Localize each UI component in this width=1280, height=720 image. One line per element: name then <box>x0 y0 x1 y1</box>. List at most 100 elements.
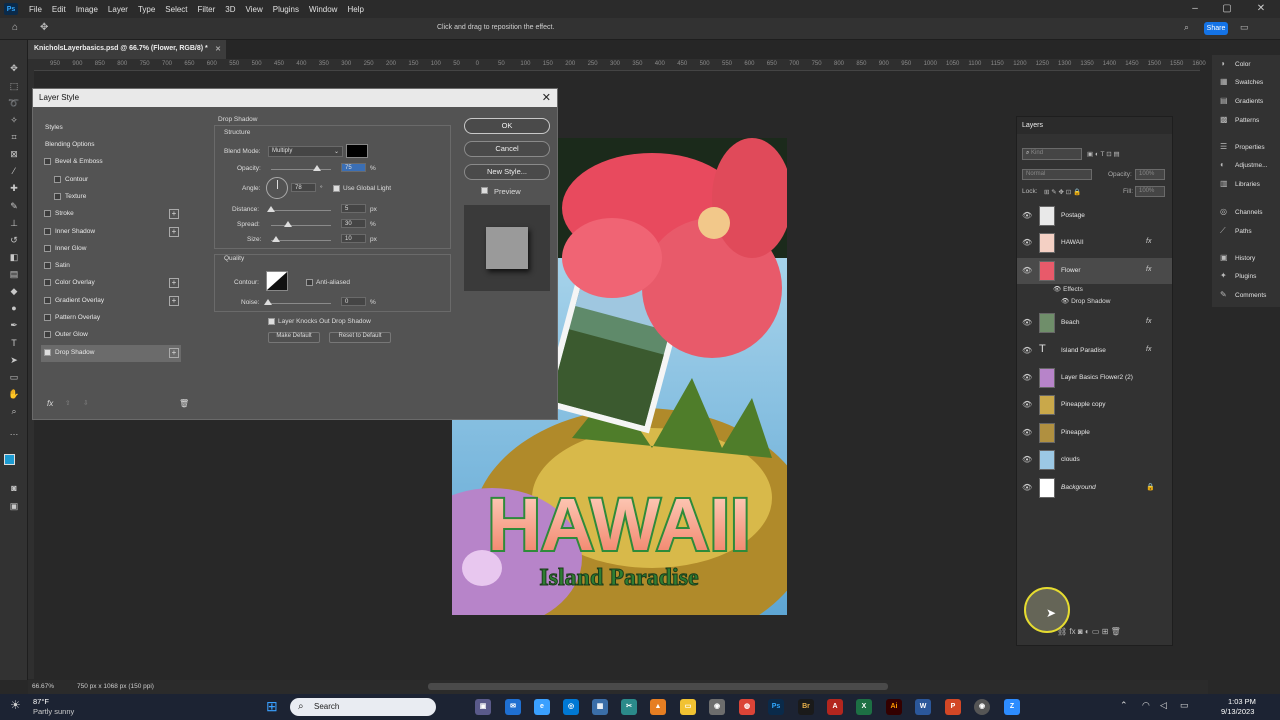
lasso-icon[interactable]: ➰ <box>7 97 21 109</box>
task-view-icon[interactable]: ▣ <box>475 699 491 715</box>
weather-desc[interactable]: Partly sunny <box>33 707 74 716</box>
contour-picker[interactable] <box>266 271 288 291</box>
fx-icon[interactable]: fx <box>1146 346 1151 353</box>
wifi-icon[interactable]: ◠ <box>1142 700 1150 711</box>
dock-item-libraries[interactable]: ▥ Libraries <box>1218 178 1280 192</box>
filter-icons[interactable]: ▣ ◐ T ⊡ ▤ <box>1087 150 1120 158</box>
pen-icon[interactable]: ✒ <box>7 319 21 331</box>
home-icon[interactable]: ⌂ <box>12 22 18 33</box>
healing-icon[interactable]: ✚ <box>7 182 21 194</box>
menu-help[interactable]: Help <box>342 5 368 14</box>
doc-info[interactable]: 750 px x 1068 px (150 ppi) <box>77 683 154 690</box>
windows-start-icon[interactable]: ⊞ <box>266 698 278 715</box>
style-row-contour[interactable]: Contour <box>41 172 181 189</box>
visibility-eye-icon[interactable]: 👁 <box>1022 373 1032 382</box>
anti-aliased-checkbox[interactable] <box>306 279 313 286</box>
menu-view[interactable]: View <box>241 5 268 14</box>
move-up-icon[interactable]: ⇧ <box>65 399 70 407</box>
marquee-icon[interactable]: ⬚ <box>7 80 21 92</box>
dock-item-comments[interactable]: ✎ Comments <box>1218 289 1280 303</box>
style-checkbox[interactable] <box>44 314 51 321</box>
style-row-outer-glow[interactable]: Outer Glow <box>41 327 181 344</box>
zoom-icon[interactable]: ⌕ <box>7 405 21 417</box>
style-row-gradient-overlay[interactable]: Gradient Overlay + <box>41 293 181 310</box>
preview-checkbox[interactable] <box>481 187 488 194</box>
dialog-close-icon[interactable]: ✕ <box>542 91 551 104</box>
menu-filter[interactable]: Filter <box>193 5 221 14</box>
eyedropper-icon[interactable]: ⁄ <box>7 165 21 177</box>
fx-icon[interactable]: fx <box>47 399 53 408</box>
maximize-icon[interactable]: ▢ <box>1212 0 1242 18</box>
blend-mode-select[interactable]: Multiply ⌄ <box>268 146 343 157</box>
distance-slider-thumb[interactable] <box>267 206 275 212</box>
noise-slider[interactable] <box>271 303 331 304</box>
noise-field[interactable]: 0 <box>341 297 366 306</box>
layer-row[interactable]: 👁 Flower fx <box>1017 257 1172 284</box>
dock-item-color[interactable]: ◑ Color <box>1218 58 1280 72</box>
style-row-inner-glow[interactable]: Inner Glow <box>41 241 181 258</box>
weather-temp[interactable]: 87°F <box>33 697 49 706</box>
visibility-eye-icon[interactable]: 👁 <box>1022 318 1032 327</box>
chrome-icon[interactable]: ◍ <box>739 699 755 715</box>
size-slider-thumb[interactable] <box>272 236 280 242</box>
drop-shadow-sublabel[interactable]: 👁 Drop Shadow <box>1061 297 1110 305</box>
fx-icon[interactable]: fx <box>1146 238 1151 245</box>
layer-row[interactable]: 👁 Postage <box>1017 203 1172 229</box>
document-tab[interactable]: KnicholsLayerbasics.psd @ 66.7% (Flower,… <box>28 40 226 59</box>
dock-item-history[interactable]: ▣ History <box>1218 252 1280 266</box>
make-default-button[interactable]: Make Default <box>268 332 320 343</box>
lock-icons[interactable]: ⊞ ✎ ✥ ⊡ 🔒 <box>1044 188 1081 196</box>
fx-icon[interactable]: fx <box>1146 266 1151 273</box>
style-row-bevel-emboss[interactable]: Bevel & Emboss <box>41 154 181 171</box>
move-tool-icon[interactable]: ✥ <box>40 22 48 33</box>
dock-item-gradients[interactable]: ▤ Gradients <box>1218 95 1280 109</box>
powerpoint-icon[interactable]: P <box>945 699 961 715</box>
angle-field[interactable]: 78 <box>291 183 316 192</box>
dock-item-swatches[interactable]: ▦ Swatches <box>1218 76 1280 90</box>
style-checkbox[interactable] <box>44 296 51 304</box>
style-checkbox[interactable] <box>54 175 61 183</box>
shape-icon[interactable]: ▭ <box>7 371 21 383</box>
dock-item-adjustments[interactable]: ◐ Adjustme... <box>1218 159 1280 173</box>
store-icon[interactable]: ▦ <box>592 699 608 715</box>
zoom-app-icon[interactable]: Z <box>1004 699 1020 715</box>
minimize-icon[interactable]: – <box>1180 0 1210 18</box>
snipping-icon[interactable]: ✂ <box>621 699 637 715</box>
obs-icon[interactable]: ◉ <box>974 699 990 715</box>
battery-icon[interactable]: ▭ <box>1180 700 1189 711</box>
menu-edit[interactable]: Edit <box>47 5 71 14</box>
reset-default-button[interactable]: Reset to Default <box>329 332 391 343</box>
style-checkbox[interactable] <box>44 227 51 235</box>
style-row-satin[interactable]: Satin <box>41 258 181 275</box>
brush-icon[interactable]: ✎ <box>7 200 21 212</box>
new-style-button[interactable]: New Style... <box>464 164 550 180</box>
drop-shadow-eye-icon[interactable]: 👁 <box>1061 298 1071 305</box>
add-effect-icon[interactable]: + <box>169 278 179 289</box>
frame-icon[interactable]: ⊠ <box>7 148 21 160</box>
layer-row[interactable]: 👁 T Island Paradise fx <box>1017 338 1172 364</box>
distance-field[interactable]: 5 <box>341 204 366 213</box>
layer-blend-mode-select[interactable]: Normal <box>1022 169 1092 180</box>
layer-footer-icons[interactable]: ⛓ fx ◙ ◐ ▭ ⊞ 🗑 <box>1057 627 1121 636</box>
screen-mode-icon[interactable]: ▣ <box>7 500 21 512</box>
add-effect-icon[interactable]: + <box>169 347 179 358</box>
style-row-pattern-overlay[interactable]: Pattern Overlay <box>41 310 181 327</box>
move-icon[interactable]: ✥ <box>7 62 21 74</box>
style-checkbox[interactable] <box>44 210 51 218</box>
search-icon[interactable]: ⌕ <box>1184 22 1189 33</box>
add-effect-icon[interactable]: + <box>169 226 179 237</box>
foreground-color-swatch[interactable] <box>4 454 15 465</box>
horizontal-scrollbar[interactable] <box>428 683 888 690</box>
spread-slider[interactable] <box>271 225 331 226</box>
style-row-drop-shadow[interactable]: Drop Shadow + <box>41 344 181 362</box>
visibility-eye-icon[interactable]: 👁 <box>1022 400 1032 409</box>
effects-eye-icon[interactable]: 👁 <box>1053 286 1063 293</box>
add-effect-icon[interactable]: + <box>169 295 179 306</box>
dock-item-patterns[interactable]: ▩ Patterns <box>1218 114 1280 128</box>
word-icon[interactable]: W <box>915 699 931 715</box>
more-tools-icon[interactable]: … <box>7 426 21 438</box>
layer-row[interactable]: 👁 clouds <box>1017 447 1172 473</box>
layer-row[interactable]: 👁 Layer Basics Flower2 (2) <box>1017 365 1172 391</box>
volume-icon[interactable]: ◁ <box>1160 700 1167 711</box>
eraser-icon[interactable]: ◧ <box>7 251 21 263</box>
